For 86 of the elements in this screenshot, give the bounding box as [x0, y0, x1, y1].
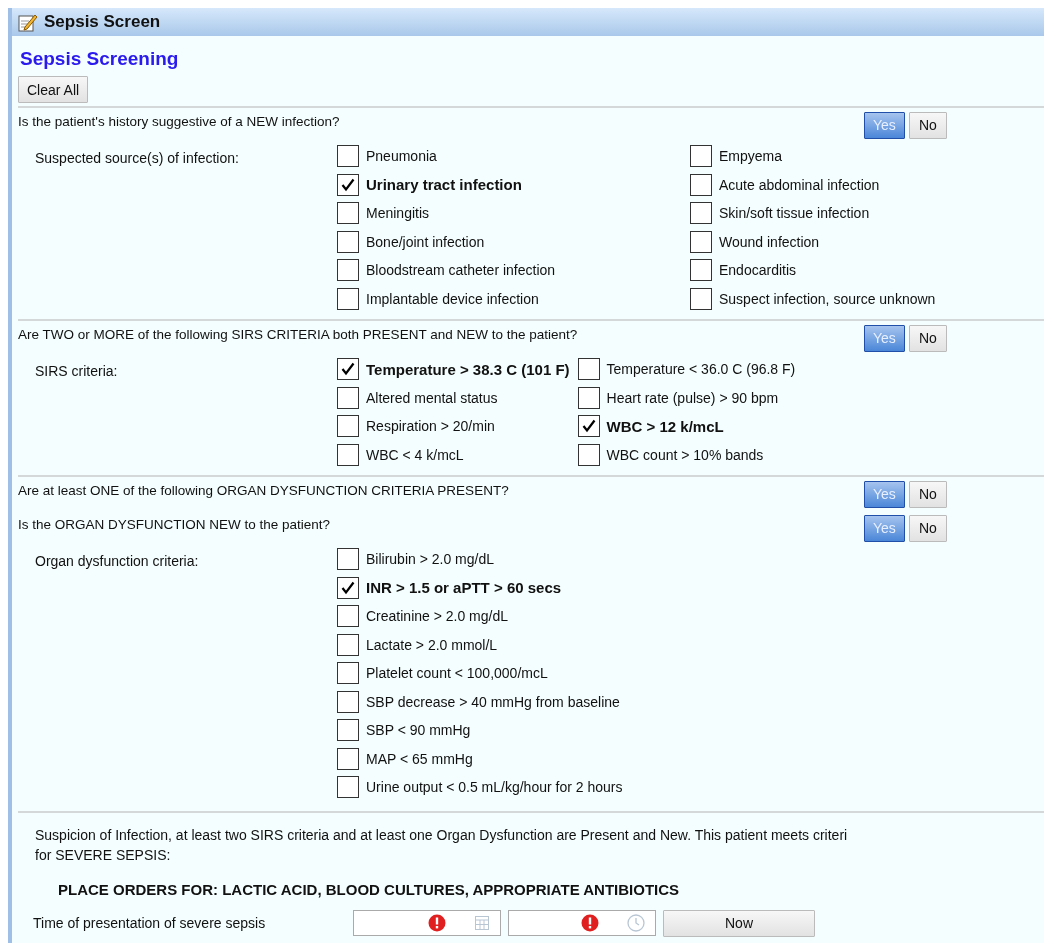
- checkbox-label[interactable]: Temperature < 36.0 C (96.8 F): [606, 361, 796, 378]
- answer-button[interactable]: No: [908, 324, 947, 352]
- checkbox[interactable]: [337, 690, 359, 713]
- checkbox[interactable]: [577, 415, 600, 438]
- checkbox[interactable]: [337, 259, 359, 282]
- checkbox[interactable]: [690, 145, 712, 168]
- checkbox[interactable]: [337, 747, 359, 770]
- checkbox[interactable]: [337, 173, 359, 196]
- checkbox[interactable]: [337, 443, 359, 466]
- answer-button[interactable]: No: [908, 514, 947, 542]
- question-text: Is the patient's history suggestive of a NEW infection?: [18, 113, 341, 129]
- checkbox-label[interactable]: WBC > 12 k/mcL: [606, 417, 724, 435]
- checkbox-label[interactable]: Meningitis: [366, 205, 430, 222]
- checkbox[interactable]: [577, 358, 600, 381]
- checkbox[interactable]: [337, 230, 359, 253]
- message-text: for SEVERE SEPSIS:: [35, 845, 172, 865]
- checkbox-label[interactable]: Respiration > 20/min: [366, 418, 495, 435]
- question-text: Are TWO or MORE of the following SIRS CRITERIA both PRESENT and NEW to the patient?: [18, 326, 579, 342]
- checkbox[interactable]: [690, 202, 712, 225]
- checkmark-icon: [341, 177, 355, 192]
- checkbox-label[interactable]: SBP decrease > 40 mmHg from baseline: [366, 693, 620, 710]
- time-field[interactable]: [508, 910, 656, 936]
- now-button[interactable]: Now: [663, 909, 815, 937]
- criteria-label: Organ dysfunction criteria:: [35, 552, 200, 571]
- checkbox[interactable]: [337, 605, 359, 628]
- checkbox[interactable]: [690, 173, 712, 196]
- checkbox-label[interactable]: Creatinine > 2.0 mg/dL: [366, 608, 509, 625]
- checkbox-label[interactable]: Wound infection: [719, 233, 820, 250]
- checkbox-label[interactable]: Implantable device infection: [366, 290, 539, 307]
- checkbox-label[interactable]: Bone/joint infection: [366, 233, 485, 250]
- checkmark-icon: [341, 362, 355, 377]
- window-title: Sepsis Screen: [44, 12, 161, 32]
- checkbox[interactable]: [690, 287, 712, 310]
- checkbox-label[interactable]: Urinary tract infection: [366, 176, 522, 194]
- checkbox[interactable]: [337, 548, 359, 571]
- checkbox[interactable]: [337, 386, 359, 409]
- checkbox[interactable]: [337, 719, 359, 742]
- checkbox-label[interactable]: Acute abdominal infection: [719, 176, 880, 193]
- answer-button[interactable]: No: [908, 480, 947, 508]
- checkbox-label[interactable]: Temperature > 38.3 C (101 F): [366, 360, 570, 378]
- checkbox-label[interactable]: Empyema: [719, 148, 783, 165]
- checkbox-label[interactable]: Heart rate (pulse) > 90 bpm: [606, 389, 779, 406]
- checkbox[interactable]: [337, 358, 359, 381]
- checkbox-label[interactable]: Urine output < 0.5 mL/kg/hour for 2 hours: [366, 779, 623, 796]
- checkbox-label[interactable]: Altered mental status: [366, 389, 498, 406]
- checkbox-label[interactable]: Pneumonia: [366, 148, 437, 165]
- checkbox-label[interactable]: WBC < 4 k/mcL: [366, 446, 464, 463]
- error-icon: [581, 914, 599, 932]
- checkbox-label[interactable]: WBC count > 10% bands: [606, 446, 764, 463]
- checkbox[interactable]: [690, 259, 712, 282]
- checkbox[interactable]: [337, 662, 359, 685]
- checkbox[interactable]: [337, 287, 359, 310]
- checkbox-label[interactable]: SBP < 90 mmHg: [366, 722, 471, 739]
- checkbox[interactable]: [337, 633, 359, 656]
- answer-button[interactable]: No: [908, 111, 947, 139]
- checkbox-label[interactable]: Lactate > 2.0 mmol/L: [366, 636, 498, 653]
- checkbox[interactable]: [577, 443, 600, 466]
- message-text: Suspicion of Infection, at least two SIRS criteria and at least one Organ Dysfunction are Present and New. This patient meets criteri: [35, 825, 849, 845]
- checkbox[interactable]: [577, 386, 600, 409]
- question-text: Is the ORGAN DYSFUNCTION NEW to the patient?: [18, 516, 332, 532]
- error-icon: [428, 914, 446, 932]
- checkbox-label[interactable]: Skin/soft tissue infection: [719, 205, 870, 222]
- checkmark-icon: [581, 419, 596, 434]
- checkbox-label[interactable]: Suspect infection, source unknown: [719, 290, 936, 307]
- checkbox-label[interactable]: Bloodstream catheter infection: [366, 262, 556, 279]
- checkbox[interactable]: [690, 230, 712, 253]
- checkbox[interactable]: [337, 576, 359, 599]
- checkbox-label[interactable]: Bilirubin > 2.0 mg/dL: [366, 551, 495, 568]
- checkbox-label[interactable]: Endocarditis: [719, 262, 797, 279]
- time-label: Time of presentation of severe sepsis: [33, 915, 267, 931]
- checkbox[interactable]: [337, 145, 359, 168]
- checkbox[interactable]: [337, 202, 359, 225]
- form-heading: Sepsis Screening: [19, 47, 180, 71]
- question-text: Are at least ONE of the following ORGAN DYSFUNCTION CRITERIA PRESENT?: [18, 482, 510, 498]
- checkbox[interactable]: [337, 415, 359, 438]
- criteria-label: Suspected source(s) of infection:: [35, 149, 240, 168]
- date-field[interactable]: [353, 910, 501, 936]
- checkbox[interactable]: [337, 776, 359, 799]
- checkmark-icon: [341, 580, 355, 595]
- checkbox-label[interactable]: INR > 1.5 or aPTT > 60 secs: [366, 579, 562, 597]
- checkbox-label[interactable]: Platelet count < 100,000/mcL: [366, 665, 548, 682]
- orders-text: PLACE ORDERS FOR: LACTIC ACID, BLOOD CULTURES, APPROPRIATE ANTIBIOTICS: [57, 879, 681, 898]
- clear-all-button[interactable]: Clear All: [18, 76, 89, 103]
- criteria-label: SIRS criteria:: [35, 362, 119, 381]
- notepad-pencil-icon: [18, 12, 38, 32]
- checkbox-label[interactable]: MAP < 65 mmHg: [366, 750, 473, 767]
